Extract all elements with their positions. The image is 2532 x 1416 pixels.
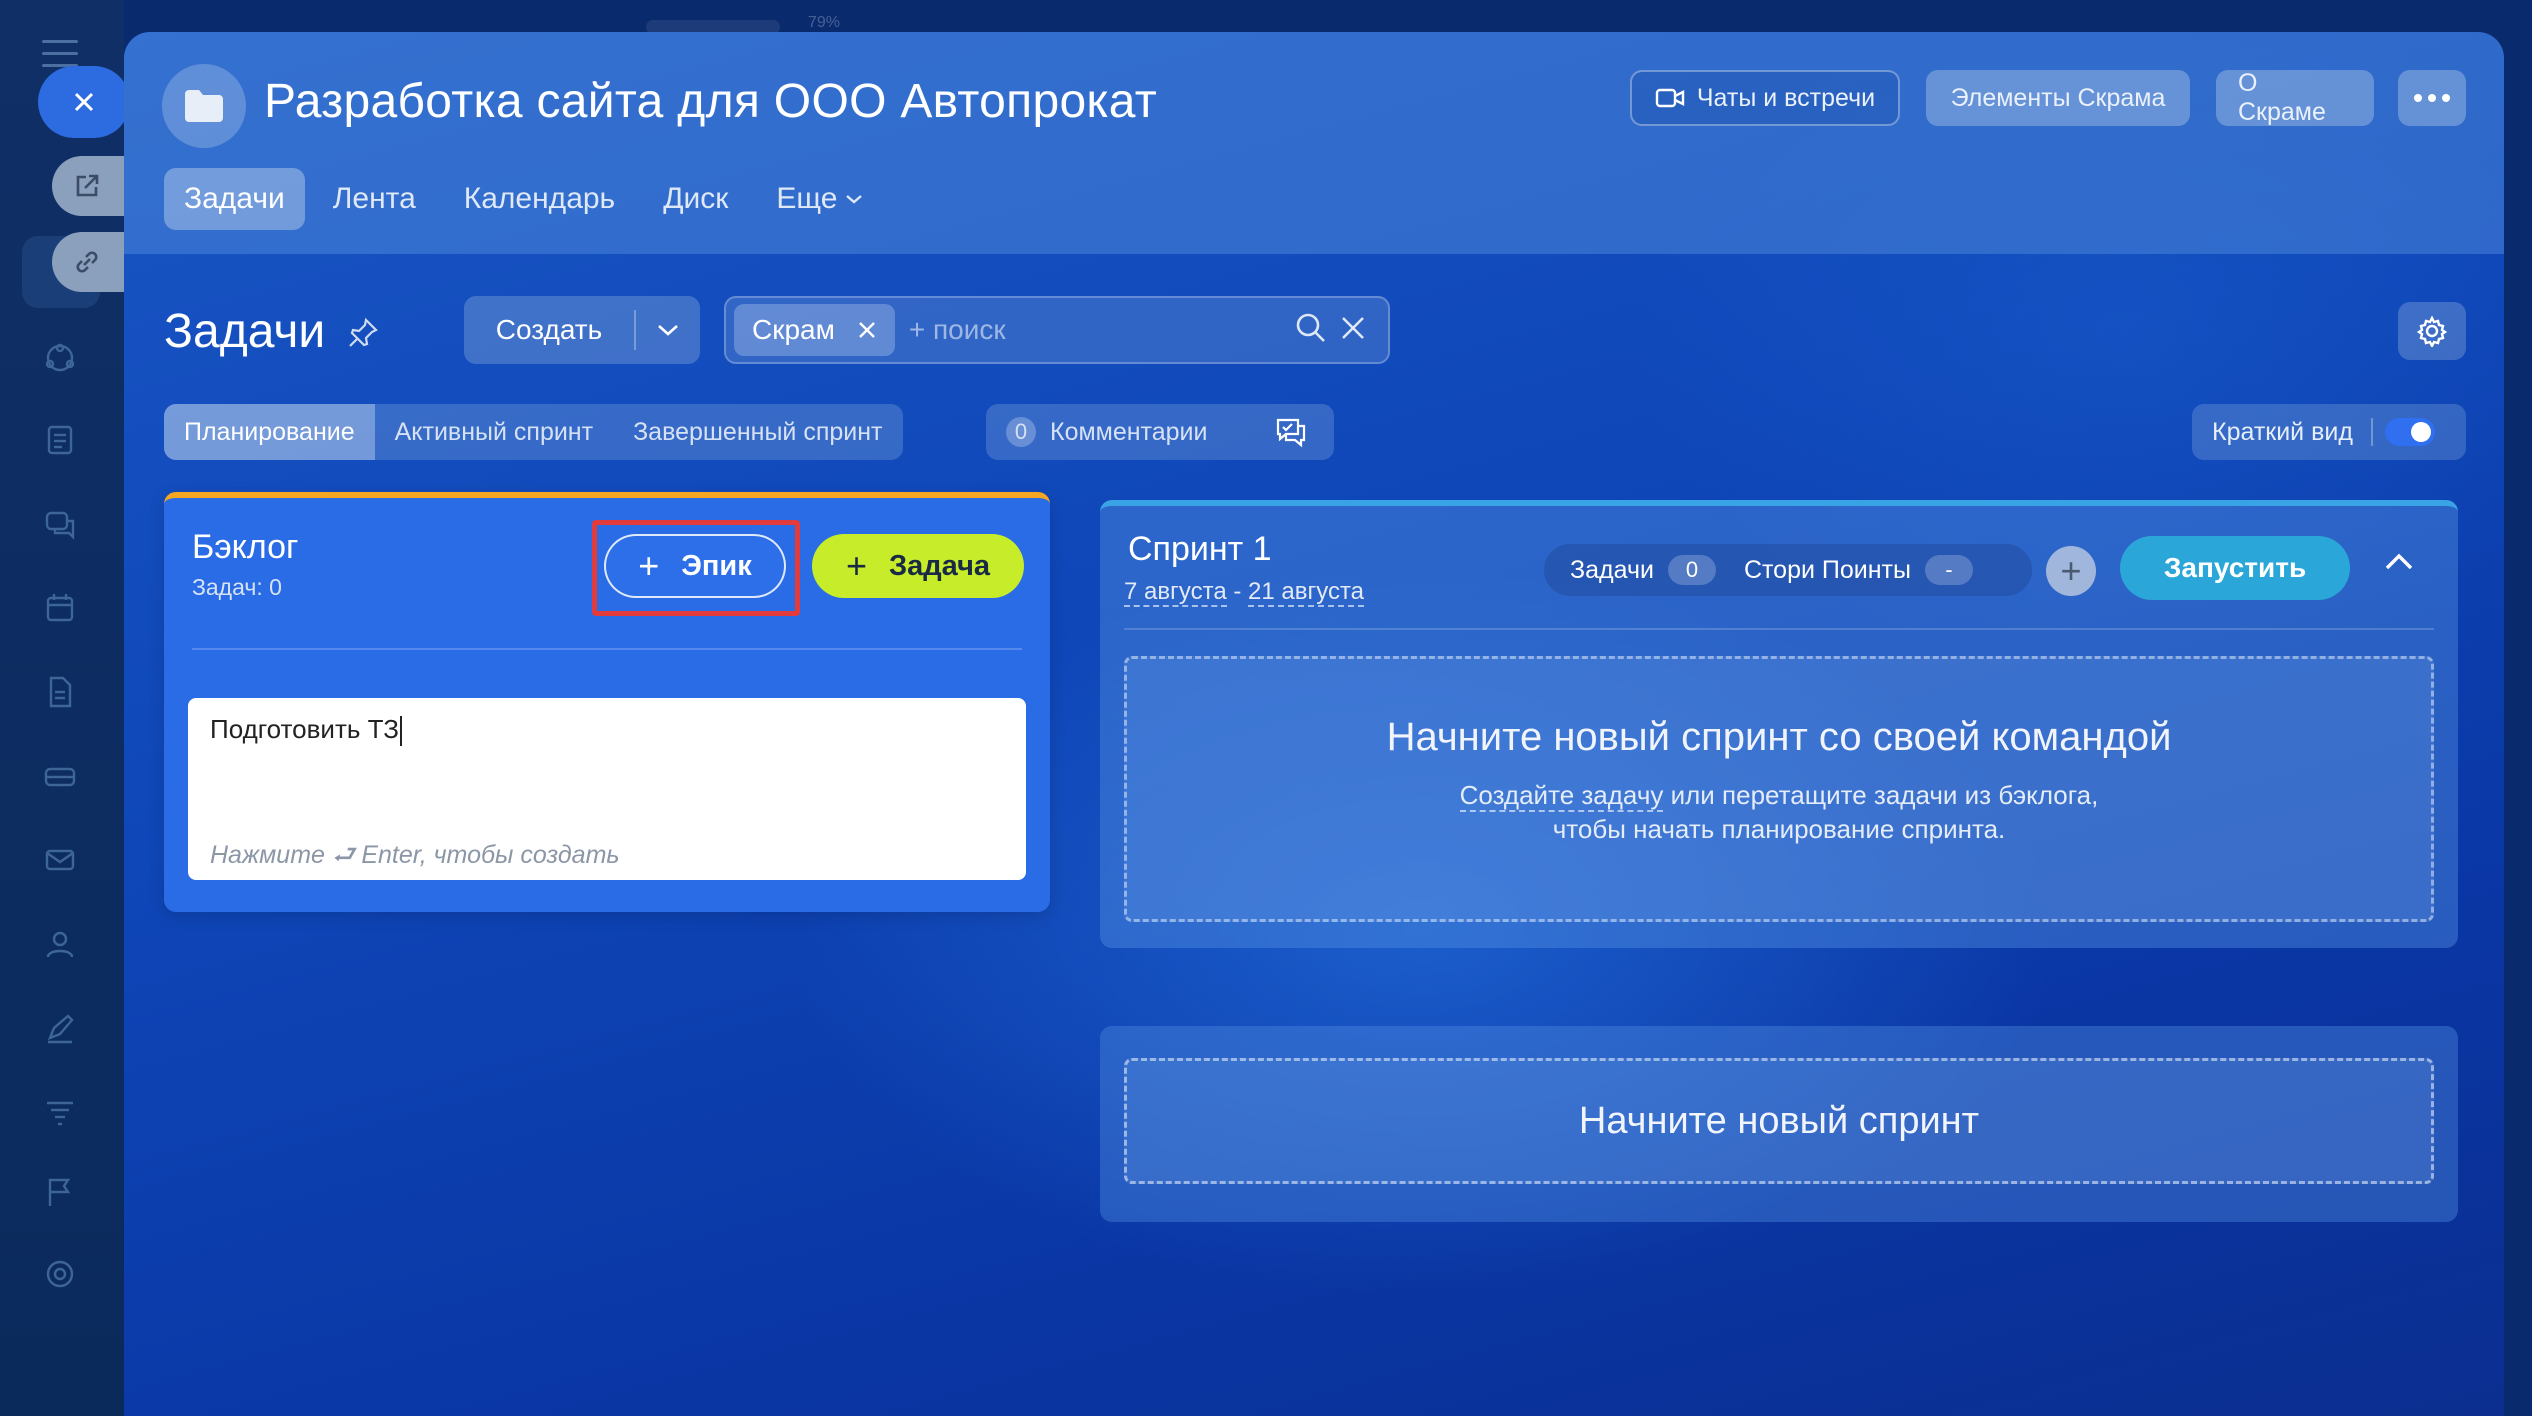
view-tab-planning[interactable]: Планирование bbox=[164, 404, 375, 460]
backlog-title: Бэклог bbox=[192, 528, 299, 566]
add-sprint-task-button[interactable]: + bbox=[2046, 546, 2096, 596]
sidebar-item-calendar-icon[interactable] bbox=[40, 588, 80, 628]
new-sprint-button[interactable]: Начните новый спринт bbox=[1124, 1058, 2434, 1184]
sidebar-item-drive-icon[interactable] bbox=[40, 756, 80, 796]
sprint-empty-title: Начните новый спринт со своей командой bbox=[1386, 715, 2172, 759]
menu-icon[interactable] bbox=[42, 40, 78, 68]
create-button[interactable]: Создать bbox=[464, 296, 700, 364]
plus-icon: + bbox=[638, 545, 660, 586]
section-title: Задачи bbox=[164, 305, 326, 358]
filter-chip-scrum[interactable]: Скрам bbox=[734, 304, 895, 356]
chevron-up-icon[interactable] bbox=[2384, 552, 2414, 577]
external-link-icon bbox=[76, 174, 99, 197]
close-icon bbox=[74, 92, 94, 112]
about-scrum-button[interactable]: О Скраме bbox=[2216, 69, 2374, 126]
view-tab-completed-sprint[interactable]: Завершенный спринт bbox=[613, 404, 902, 460]
sprint-date-start[interactable]: 7 августа bbox=[1124, 578, 1227, 607]
create-task-link[interactable]: Создайте задачу bbox=[1459, 780, 1664, 812]
project-header: Разработка сайта для ООО Автопрокат Чаты… bbox=[124, 32, 2504, 254]
scrum-elements-button[interactable]: Элементы Скрама bbox=[1926, 70, 2190, 126]
folder-icon bbox=[185, 90, 223, 122]
project-nav: Задачи Лента Календарь Диск Еще bbox=[164, 168, 891, 230]
sprint-stats: Задачи 0 Стори Поинты - bbox=[1544, 544, 2032, 596]
text-caret bbox=[399, 716, 402, 747]
remove-filter-icon[interactable] bbox=[857, 320, 877, 340]
tab-feed[interactable]: Лента bbox=[313, 168, 436, 230]
filter-search-box[interactable]: Скрам + поиск bbox=[724, 296, 1390, 364]
link-icon bbox=[76, 251, 98, 273]
sidebar-item-users-icon[interactable] bbox=[40, 924, 80, 964]
view-tab-active-sprint[interactable]: Активный спринт bbox=[375, 404, 613, 460]
pin-icon[interactable] bbox=[346, 316, 382, 352]
sidebar-item-flag-icon[interactable] bbox=[40, 1172, 80, 1212]
search-icon[interactable] bbox=[1294, 311, 1328, 350]
zoom-label: 79% bbox=[808, 14, 841, 31]
chevron-down-icon bbox=[846, 195, 863, 204]
add-task-button[interactable]: + Задача bbox=[812, 534, 1024, 598]
comments-count-badge: 0 bbox=[1006, 417, 1036, 447]
backlog-card: Бэклог Задач: 0 + Эпик + Задача Подготов… bbox=[164, 492, 1050, 912]
sprint-story-points: - bbox=[1924, 555, 1973, 585]
add-epic-button[interactable]: + Эпик bbox=[604, 534, 786, 598]
sprint-title: Спринт 1 bbox=[1128, 530, 1272, 568]
chevron-down-icon bbox=[658, 325, 678, 336]
sprint-date-end[interactable]: 21 августа bbox=[1248, 578, 1365, 607]
comments-button[interactable]: 0 Комментарии bbox=[986, 404, 1334, 460]
sidebar-item-sign-icon[interactable] bbox=[40, 1008, 80, 1048]
search-input[interactable]: + поиск bbox=[909, 314, 1294, 346]
sidebar-item-mail-icon[interactable] bbox=[40, 840, 80, 880]
plus-icon: + bbox=[845, 545, 867, 586]
gear-icon bbox=[2416, 315, 2448, 347]
backlog-task-count: Задач: 0 bbox=[192, 574, 282, 600]
tab-more[interactable]: Еще bbox=[756, 168, 883, 230]
start-sprint-button[interactable]: Запустить bbox=[2120, 536, 2350, 600]
sidebar-item-feed-icon[interactable] bbox=[40, 338, 80, 378]
enter-hint: Нажмите ⮐ Enter, чтобы создать bbox=[210, 841, 620, 869]
view-switcher: Планирование Активный спринт Завершенный… bbox=[164, 404, 903, 460]
copy-link-button[interactable] bbox=[52, 232, 132, 292]
video-icon bbox=[1655, 88, 1685, 108]
project-avatar bbox=[162, 64, 246, 148]
sprint-card: Спринт 1 7 августа - 21 августа Задачи 0… bbox=[1100, 500, 2458, 948]
more-icon[interactable] bbox=[2398, 70, 2466, 126]
sidebar-item-settings-icon[interactable] bbox=[40, 1254, 80, 1294]
chats-meetings-button[interactable]: Чаты и встречи bbox=[1630, 70, 1900, 126]
tab-disk[interactable]: Диск bbox=[643, 168, 748, 230]
sprint-dates[interactable]: 7 августа - 21 августа bbox=[1124, 578, 1365, 607]
sprint-dropzone[interactable]: Начните новый спринт со своей командой С… bbox=[1124, 656, 2434, 922]
create-dropdown-toggle[interactable] bbox=[636, 322, 700, 338]
sprint-tasks-count: 0 bbox=[1667, 555, 1716, 585]
new-sprint-card: Начните новый спринт bbox=[1100, 1026, 2458, 1222]
sidebar-item-funnel-icon[interactable] bbox=[40, 1092, 80, 1132]
close-slider-button[interactable] bbox=[38, 66, 130, 138]
sidebar-item-docs-icon[interactable] bbox=[40, 420, 80, 460]
sidebar-item-file-icon[interactable] bbox=[40, 672, 80, 712]
page-title: Разработка сайта для ООО Автопрокат bbox=[264, 75, 1158, 128]
project-slider: Разработка сайта для ООО Автопрокат Чаты… bbox=[124, 32, 2504, 1416]
clear-search-icon[interactable] bbox=[1328, 315, 1388, 346]
new-task-input[interactable]: Подготовить ТЗ Нажмите ⮐ Enter, чтобы со… bbox=[188, 698, 1026, 880]
brief-view-toggle[interactable]: Краткий вид bbox=[2192, 404, 2466, 460]
settings-button[interactable] bbox=[2398, 302, 2466, 360]
brief-view-switch[interactable] bbox=[2384, 418, 2435, 446]
tab-calendar[interactable]: Календарь bbox=[444, 168, 635, 230]
tab-tasks[interactable]: Задачи bbox=[164, 168, 305, 230]
sidebar-item-chat-icon[interactable] bbox=[40, 504, 80, 544]
open-new-window-button[interactable] bbox=[52, 156, 132, 216]
new-task-text: Подготовить ТЗ bbox=[210, 714, 399, 744]
comments-check-icon bbox=[1276, 418, 1306, 448]
